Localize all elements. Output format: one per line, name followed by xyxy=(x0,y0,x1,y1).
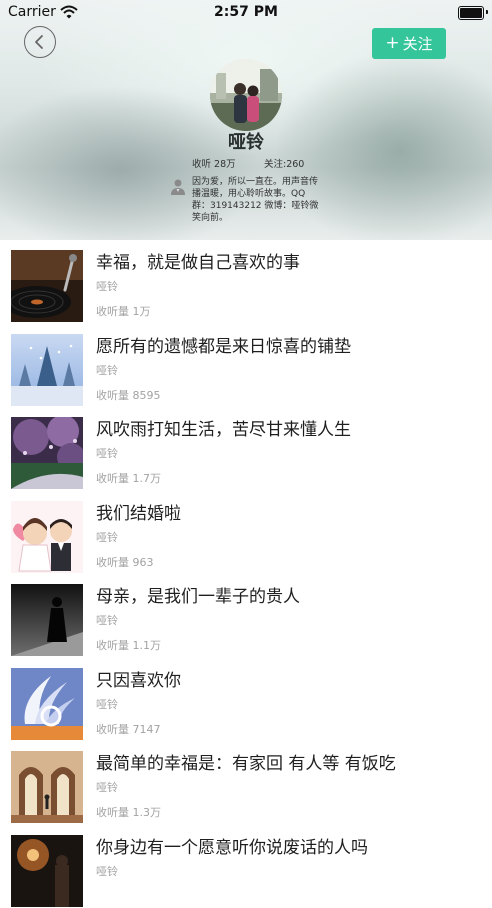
track-author: 哑铃 xyxy=(96,696,118,712)
track-cover xyxy=(11,334,83,406)
status-time: 2:57 PM xyxy=(0,4,492,20)
avatar[interactable] xyxy=(210,59,282,131)
list-item[interactable]: 我们结婚啦 哑铃 收听量 963 xyxy=(0,491,492,575)
following-count: 关注:260 xyxy=(264,156,304,170)
track-author: 哑铃 xyxy=(96,529,118,545)
battery-icon xyxy=(458,6,484,20)
track-author: 哑铃 xyxy=(96,362,118,378)
profile-header: Carrier 2:57 PM + 关注 xyxy=(0,0,492,240)
track-title: 最简单的幸福是：有家回 有人等 有饭吃 xyxy=(96,749,396,774)
battery-tip xyxy=(486,10,488,14)
track-cover xyxy=(11,250,83,322)
track-cover xyxy=(11,668,83,740)
track-play-count: 收听量 1.3万 xyxy=(96,804,161,820)
list-item[interactable]: 幸福，就是做自己喜欢的事 哑铃 收听量 1万 xyxy=(0,240,492,324)
track-cover xyxy=(11,501,83,573)
list-item[interactable]: 愿所有的遗憾都是来日惊喜的铺垫 哑铃 收听量 8595 xyxy=(0,324,492,408)
track-cover xyxy=(11,584,83,656)
list-item[interactable]: 母亲，是我们一辈子的贵人 哑铃 收听量 1.1万 xyxy=(0,574,492,658)
track-play-count: 收听量 7147 xyxy=(96,721,161,737)
track-title: 我们结婚啦 xyxy=(96,499,181,524)
track-play-count: 收听量 8595 xyxy=(96,387,161,403)
track-play-count: 收听量 1.1万 xyxy=(96,637,161,653)
track-author: 哑铃 xyxy=(96,278,118,294)
track-author: 哑铃 xyxy=(96,445,118,461)
track-title: 母亲，是我们一辈子的贵人 xyxy=(96,582,300,607)
track-author: 哑铃 xyxy=(96,612,118,628)
track-title: 幸福，就是做自己喜欢的事 xyxy=(96,248,300,273)
chevron-left-icon xyxy=(33,34,47,50)
profile-bio: 因为爱，所以一直在。用声音传播温暖，用心聆听故事。QQ群：319143212 微… xyxy=(192,176,320,224)
track-play-count: 收听量 963 xyxy=(96,554,154,570)
list-item[interactable]: 风吹雨打知生活，苦尽甘来懂人生 哑铃 收听量 1.7万 xyxy=(0,407,492,491)
track-title: 风吹雨打知生活，苦尽甘来懂人生 xyxy=(96,415,351,440)
back-button[interactable] xyxy=(24,26,56,58)
list-item[interactable]: 只因喜欢你 哑铃 收听量 7147 xyxy=(0,658,492,742)
profile-name: 哑铃 xyxy=(0,128,492,154)
track-title: 愿所有的遗憾都是来日惊喜的铺垫 xyxy=(96,332,351,357)
track-cover xyxy=(11,751,83,823)
track-play-count: 收听量 1.7万 xyxy=(96,470,161,486)
follow-label: 关注 xyxy=(403,33,433,54)
list-item[interactable]: 最简单的幸福是：有家回 有人等 有饭吃 哑铃 收听量 1.3万 xyxy=(0,741,492,825)
follow-button[interactable]: + 关注 xyxy=(372,28,446,59)
track-title: 只因喜欢你 xyxy=(96,666,181,691)
battery-level xyxy=(460,8,482,18)
track-cover xyxy=(11,417,83,489)
track-title: 你身边有一个愿意听你说废话的人吗 xyxy=(96,833,368,858)
track-list: 幸福，就是做自己喜欢的事 哑铃 收听量 1万 xyxy=(0,240,492,908)
listen-count: 收听 28万 xyxy=(192,156,236,170)
track-cover xyxy=(11,835,83,907)
track-author: 哑铃 xyxy=(96,779,118,795)
status-bar: Carrier 2:57 PM xyxy=(0,0,492,26)
track-author: 哑铃 xyxy=(96,863,118,879)
person-badge-icon xyxy=(169,178,187,196)
track-play-count: 收听量 1万 xyxy=(96,303,151,319)
plus-icon: + xyxy=(385,35,399,52)
list-item[interactable]: 你身边有一个愿意听你说废话的人吗 哑铃 xyxy=(0,825,492,908)
